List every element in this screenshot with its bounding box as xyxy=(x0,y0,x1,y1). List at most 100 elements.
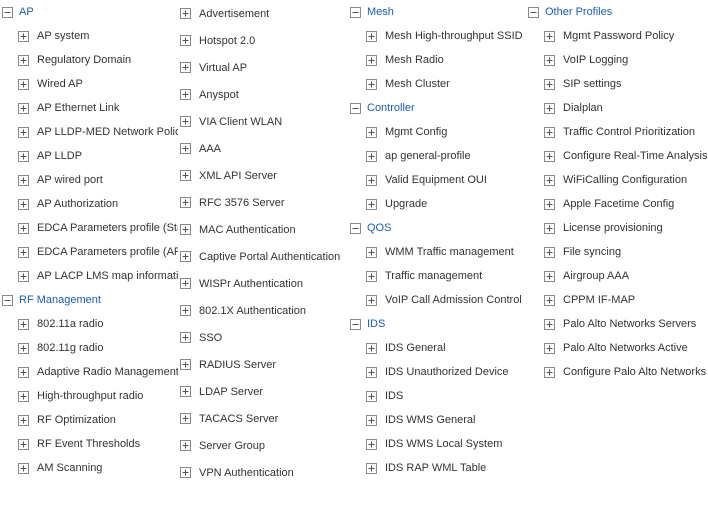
section-controller[interactable]: Controller xyxy=(348,96,526,120)
item-wmm-traffic-mgmt[interactable]: WMM Traffic management xyxy=(348,240,526,264)
item-mgmt-password-policy[interactable]: Mgmt Password Policy xyxy=(526,24,708,48)
expand-icon xyxy=(18,55,29,66)
item-mesh-cluster[interactable]: Mesh Cluster xyxy=(348,72,526,96)
item-file-syncing[interactable]: File syncing xyxy=(526,240,708,264)
item-dialplan[interactable]: Dialplan xyxy=(526,96,708,120)
item-ids-unauthorized-device[interactable]: IDS Unauthorized Device xyxy=(348,360,526,384)
item-ap-ethernet-link[interactable]: AP Ethernet Link xyxy=(0,96,178,120)
expand-icon xyxy=(366,391,377,402)
item-xml-api-server[interactable]: XML API Server xyxy=(178,162,348,189)
item-traffic-control-prioritization[interactable]: Traffic Control Prioritization xyxy=(526,120,708,144)
item-label: MAC Authentication xyxy=(199,224,296,236)
item-configure-real-time-analysis[interactable]: Configure Real-Time Analysis xyxy=(526,144,708,168)
item-am-scanning[interactable]: AM Scanning xyxy=(0,456,178,480)
section-qos[interactable]: QOS xyxy=(348,216,526,240)
item-high-throughput-radio[interactable]: High-throughput radio xyxy=(0,384,178,408)
item-license-provisioning[interactable]: License provisioning xyxy=(526,216,708,240)
item-vpn-authentication[interactable]: VPN Authentication xyxy=(178,459,348,486)
item-ids-wms-general[interactable]: IDS WMS General xyxy=(348,408,526,432)
item-radius-server[interactable]: RADIUS Server xyxy=(178,351,348,378)
item-label: SIP settings xyxy=(563,78,622,90)
item-wispr-auth[interactable]: WISPr Authentication xyxy=(178,270,348,297)
item-rfc-3576-server[interactable]: RFC 3576 Server xyxy=(178,189,348,216)
item-cppm-if-map[interactable]: CPPM IF-MAP xyxy=(526,288,708,312)
expand-icon xyxy=(366,127,377,138)
item-ap-lldp[interactable]: AP LLDP xyxy=(0,144,178,168)
item-hotspot-20[interactable]: Hotspot 2.0 xyxy=(178,27,348,54)
item-label: Mgmt Config xyxy=(385,126,447,138)
item-rf-event-thresholds[interactable]: RF Event Thresholds xyxy=(0,432,178,456)
item-sso[interactable]: SSO xyxy=(178,324,348,351)
item-configure-palo-alto-options[interactable]: Configure Palo Alto Networks options xyxy=(526,360,708,384)
section-other-profiles[interactable]: Other Profiles xyxy=(526,0,708,24)
expand-icon xyxy=(180,116,191,127)
item-server-group[interactable]: Server Group xyxy=(178,432,348,459)
expand-icon xyxy=(180,89,191,100)
item-ids-rap-wml-table[interactable]: IDS RAP WML Table xyxy=(348,456,526,480)
item-sip-settings[interactable]: SIP settings xyxy=(526,72,708,96)
item-edca-station[interactable]: EDCA Parameters profile (Station xyxy=(0,216,178,240)
item-rf-optimization[interactable]: RF Optimization xyxy=(0,408,178,432)
item-adaptive-radio[interactable]: Adaptive Radio Management (AR xyxy=(0,360,178,384)
item-valid-equipment-oui[interactable]: Valid Equipment OUI xyxy=(348,168,526,192)
item-label: 802.11g radio xyxy=(37,342,103,354)
item-edca-ap[interactable]: EDCA Parameters profile (AP) xyxy=(0,240,178,264)
item-voip-logging[interactable]: VoIP Logging xyxy=(526,48,708,72)
item-via-client-wlan[interactable]: VIA Client WLAN xyxy=(178,108,348,135)
item-label: Apple Facetime Config xyxy=(563,198,674,210)
item-ap-wired-port[interactable]: AP wired port xyxy=(0,168,178,192)
item-ids-wms-local-system[interactable]: IDS WMS Local System xyxy=(348,432,526,456)
expand-icon xyxy=(366,343,377,354)
item-voip-cac[interactable]: VoIP Call Admission Control xyxy=(348,288,526,312)
item-label: Virtual AP xyxy=(199,62,247,74)
expand-icon xyxy=(180,251,191,262)
item-ap-authorization[interactable]: AP Authorization xyxy=(0,192,178,216)
item-ap-system[interactable]: AP system xyxy=(0,24,178,48)
item-8021x-auth[interactable]: 802.1X Authentication xyxy=(178,297,348,324)
item-advertisement[interactable]: Advertisement xyxy=(178,0,348,27)
item-palo-alto-networks-active[interactable]: Palo Alto Networks Active xyxy=(526,336,708,360)
item-wired-ap[interactable]: Wired AP xyxy=(0,72,178,96)
collapse-icon xyxy=(350,223,361,234)
item-mesh-ht-ssid[interactable]: Mesh High-throughput SSID xyxy=(348,24,526,48)
item-label: File syncing xyxy=(563,246,621,258)
item-ap-general-profile[interactable]: ap general-profile xyxy=(348,144,526,168)
item-anyspot[interactable]: Anyspot xyxy=(178,81,348,108)
item-label: Airgroup AAA xyxy=(563,270,629,282)
item-label: Dialplan xyxy=(563,102,603,114)
item-apple-facetime-config[interactable]: Apple Facetime Config xyxy=(526,192,708,216)
item-mac-authentication[interactable]: MAC Authentication xyxy=(178,216,348,243)
item-80211a-radio[interactable]: 802.11a radio xyxy=(0,312,178,336)
item-label: AP system xyxy=(37,30,89,42)
expand-icon xyxy=(180,440,191,451)
item-mesh-radio[interactable]: Mesh Radio xyxy=(348,48,526,72)
item-regulatory-domain[interactable]: Regulatory Domain xyxy=(0,48,178,72)
item-80211g-radio[interactable]: 802.11g radio xyxy=(0,336,178,360)
item-captive-portal-auth[interactable]: Captive Portal Authentication xyxy=(178,243,348,270)
item-ap-lldp-med[interactable]: AP LLDP-MED Network Policy xyxy=(0,120,178,144)
item-ap-lacp-lms[interactable]: AP LACP LMS map information xyxy=(0,264,178,288)
item-airgroup-aaa[interactable]: Airgroup AAA xyxy=(526,264,708,288)
expand-icon xyxy=(180,143,191,154)
item-ldap-server[interactable]: LDAP Server xyxy=(178,378,348,405)
item-label: ap general-profile xyxy=(385,150,471,162)
item-label: AP LLDP-MED Network Policy xyxy=(37,126,178,138)
item-palo-alto-networks-servers[interactable]: Palo Alto Networks Servers xyxy=(526,312,708,336)
section-ap[interactable]: AP xyxy=(0,0,178,24)
item-mgmt-config[interactable]: Mgmt Config xyxy=(348,120,526,144)
expand-icon xyxy=(366,247,377,258)
item-tacacs-server[interactable]: TACACS Server xyxy=(178,405,348,432)
item-label: 802.1X Authentication xyxy=(199,305,306,317)
section-mesh[interactable]: Mesh xyxy=(348,0,526,24)
expand-icon xyxy=(366,271,377,282)
item-virtual-ap[interactable]: Virtual AP xyxy=(178,54,348,81)
item-traffic-mgmt[interactable]: Traffic management xyxy=(348,264,526,288)
section-rf-management[interactable]: RF Management xyxy=(0,288,178,312)
section-ids[interactable]: IDS xyxy=(348,312,526,336)
item-ids-general[interactable]: IDS General xyxy=(348,336,526,360)
item-wificalling-configuration[interactable]: WiFiCalling Configuration xyxy=(526,168,708,192)
item-ids[interactable]: IDS xyxy=(348,384,526,408)
collapse-icon xyxy=(350,319,361,330)
item-aaa[interactable]: AAA xyxy=(178,135,348,162)
item-upgrade[interactable]: Upgrade xyxy=(348,192,526,216)
